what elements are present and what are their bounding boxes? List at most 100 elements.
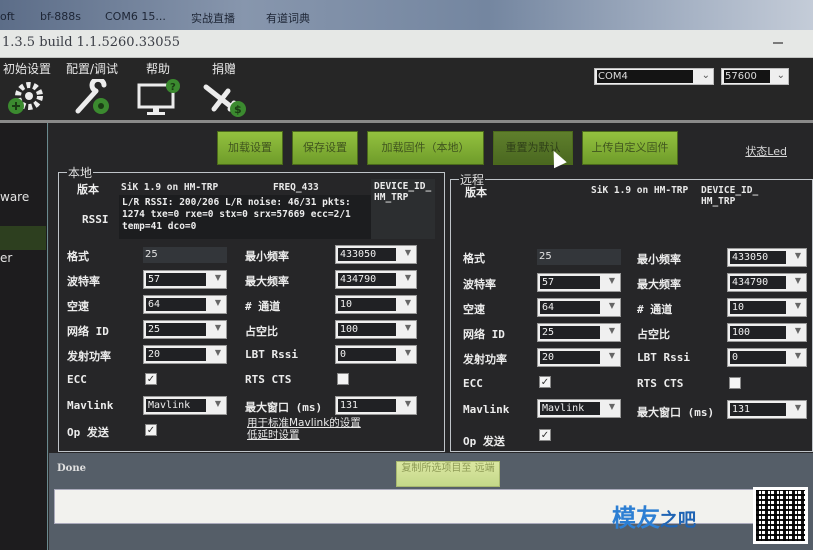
menu-label: 捐赠 xyxy=(211,62,236,76)
baud-select[interactable]: 57 ▼ xyxy=(143,270,227,289)
taskbar-item[interactable]: bf-888s xyxy=(40,10,81,23)
net-id-label: 网络 ID xyxy=(463,328,505,341)
com-port-value: COM4 xyxy=(597,70,693,83)
baud-label: 波特率 xyxy=(463,278,496,291)
lbt-rssi-select[interactable]: 0 ▼ xyxy=(727,348,807,367)
upload-custom-firmware-button[interactable]: 上传自定义固件 xyxy=(582,131,678,165)
status-led-link[interactable]: 状态Led xyxy=(745,143,787,159)
mavlink-label: Mavlink xyxy=(463,403,510,416)
op-send-label: Op 发送 xyxy=(67,426,109,439)
tx-power-select[interactable]: 20 ▼ xyxy=(143,345,227,364)
channels-select[interactable]: 10 ▼ xyxy=(335,295,417,314)
chevron-down-icon: ▼ xyxy=(214,323,221,332)
min-freq-select[interactable]: 433050 ▼ xyxy=(727,248,807,267)
ecc-checkbox[interactable]: ✓ xyxy=(539,376,551,388)
device-id-box: DEVICE_ID_ HM_TRP xyxy=(371,179,435,239)
rts-cts-checkbox[interactable] xyxy=(729,377,741,389)
net-id-select[interactable]: 25 ▼ xyxy=(143,320,227,339)
load-firmware-local-button[interactable]: 加载固件（本地） xyxy=(367,131,484,165)
ecc-checkbox[interactable]: ✓ xyxy=(145,373,157,385)
max-window-value: 131 xyxy=(338,399,396,412)
chevron-down-icon: ▼ xyxy=(794,276,801,285)
menu-label: 帮助 xyxy=(145,62,170,76)
watermark-suffix: 之吧 xyxy=(660,510,696,531)
chevron-down-icon: ▼ xyxy=(214,399,221,408)
max-freq-value: 434790 xyxy=(730,276,786,289)
chevron-down-icon: ▼ xyxy=(404,248,411,257)
load-settings-button[interactable]: 加载设置 xyxy=(217,131,283,165)
device-id-value: DEVICE_ID_ HM_TRP xyxy=(701,185,759,207)
taskbar-item[interactable]: oft xyxy=(0,10,15,23)
save-settings-button[interactable]: 保存设置 xyxy=(292,131,358,165)
taskbar-item[interactable]: 实战直播 xyxy=(191,10,235,26)
op-send-checkbox[interactable]: ✓ xyxy=(145,424,157,436)
menu-label: 配置/调试 xyxy=(65,62,119,76)
max-window-select[interactable]: 131 ▼ xyxy=(727,400,807,419)
op-send-label: Op 发送 xyxy=(463,435,505,448)
lbt-rssi-label: LBT Rssi xyxy=(245,348,298,361)
baud-rate-select[interactable]: 57600 ⌄ xyxy=(721,68,789,85)
tx-power-select[interactable]: 20 ▼ xyxy=(537,348,621,367)
qr-pattern xyxy=(756,490,805,541)
menu-donate[interactable]: 捐赠 $ xyxy=(196,60,252,119)
net-id-label: 网络 ID xyxy=(67,325,109,338)
mavlink-label: Mavlink xyxy=(67,399,114,412)
chevron-down-icon: ▼ xyxy=(214,273,221,282)
menu-label: 初始设置 xyxy=(2,62,51,76)
menu-config-tuning[interactable]: 配置/调试 xyxy=(62,60,122,117)
lbt-rssi-label: LBT Rssi xyxy=(637,351,690,364)
mavlink-select[interactable]: Mavlink ▼ xyxy=(537,399,621,418)
max-freq-label: 最大频率 xyxy=(637,278,681,291)
version-value: SiK 1.9 on HM-TRP xyxy=(121,182,219,193)
air-speed-select[interactable]: 64 ▼ xyxy=(143,295,227,314)
channels-value: 10 xyxy=(730,301,786,314)
lbt-rssi-value: 0 xyxy=(338,348,396,361)
op-send-checkbox[interactable]: ✓ xyxy=(539,429,551,441)
menu-initial-setup[interactable]: 初始设置 xyxy=(2,60,52,117)
minimize-button[interactable] xyxy=(773,42,783,44)
tx-power-label: 发射功率 xyxy=(67,350,111,363)
min-freq-label: 最小频率 xyxy=(245,250,289,263)
chevron-down-icon: ▼ xyxy=(404,399,411,408)
min-freq-select[interactable]: 433050 ▼ xyxy=(335,245,417,264)
max-window-value: 131 xyxy=(730,403,786,416)
low-latency-settings-link[interactable]: 低延时设置 xyxy=(247,429,300,441)
channels-select[interactable]: 10 ▼ xyxy=(727,298,807,317)
duty-select[interactable]: 100 ▼ xyxy=(335,320,417,339)
tx-power-label: 发射功率 xyxy=(463,353,507,366)
net-id-select[interactable]: 25 ▼ xyxy=(537,323,621,342)
version-label: 版本 xyxy=(77,183,99,196)
baud-select[interactable]: 57 ▼ xyxy=(537,273,621,292)
rssi-line: L/R RSSI: 200/206 L/R noise: 46/31 pkts: xyxy=(122,197,351,208)
rssi-line: temp=41 dco=0 xyxy=(122,221,197,232)
air-speed-label: 空速 xyxy=(67,300,89,313)
sidebar-item-active[interactable] xyxy=(0,226,46,250)
rts-cts-checkbox[interactable] xyxy=(337,373,349,385)
menu-help[interactable]: 帮助 ? xyxy=(130,60,186,117)
version-label: 版本 xyxy=(465,186,487,199)
max-freq-select[interactable]: 434790 ▼ xyxy=(727,273,807,292)
taskbar-item[interactable]: COM6 15... xyxy=(105,10,166,23)
sidebar-item-firmware[interactable]: ware xyxy=(0,190,29,204)
max-freq-select[interactable]: 434790 ▼ xyxy=(335,270,417,289)
max-window-select[interactable]: 131 ▼ xyxy=(335,396,417,415)
rssi-label: RSSI xyxy=(82,213,109,226)
max-window-label: 最大窗口 (ms) xyxy=(637,406,715,419)
chevron-down-icon: ▼ xyxy=(404,273,411,282)
chevron-down-icon: ▼ xyxy=(608,402,615,411)
svg-text:?: ? xyxy=(170,82,176,93)
watermark-text: 模友 xyxy=(612,504,660,532)
standard-mavlink-settings-link[interactable]: 用于标准Mavlink的设置 xyxy=(247,417,361,429)
copy-to-remote-button[interactable]: 复制所选项目至 远端 xyxy=(396,461,500,487)
gear-plus-icon xyxy=(8,82,43,114)
net-id-value: 25 xyxy=(540,326,600,339)
lbt-rssi-select[interactable]: 0 ▼ xyxy=(335,345,417,364)
com-port-select[interactable]: COM4 ⌄ xyxy=(594,68,714,85)
sidebar-item-other[interactable]: er xyxy=(0,251,12,265)
air-speed-select[interactable]: 64 ▼ xyxy=(537,298,621,317)
duty-select[interactable]: 100 ▼ xyxy=(727,323,807,342)
watermark-logo: 模友之吧 xyxy=(612,498,696,533)
channels-label: # 通道 xyxy=(637,303,673,316)
taskbar-item[interactable]: 有道词典 xyxy=(266,10,310,26)
mavlink-select[interactable]: Mavlink ▼ xyxy=(143,396,227,415)
